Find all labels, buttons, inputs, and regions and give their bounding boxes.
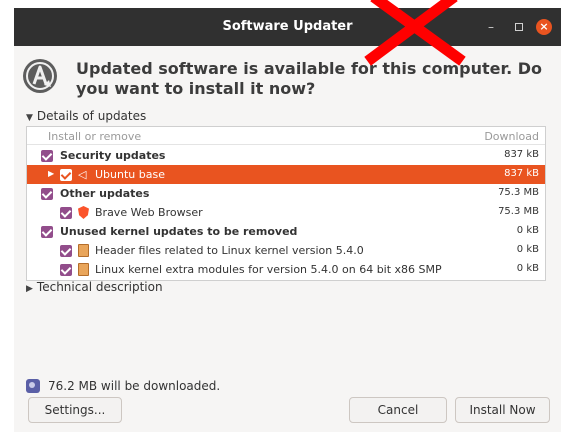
technical-description-label: Technical description — [36, 280, 163, 294]
software-updater-icon — [23, 59, 57, 93]
item-label: Linux kernel extra modules for version 5… — [95, 263, 442, 276]
title-bar[interactable]: Software Updater – × — [14, 8, 561, 46]
checkbox-brave-browser[interactable] — [60, 207, 72, 219]
download-summary: 76.2 MB will be downloaded. — [48, 379, 221, 393]
list-item-kernel-extra-modules[interactable]: Linux kernel extra modules for version 5… — [27, 260, 545, 279]
list-item-other-updates[interactable]: Other updates 75.3 MB — [27, 184, 545, 203]
list-header: Install or remove Download — [27, 127, 545, 145]
group-label: Other updates — [60, 187, 150, 200]
list-item-ubuntu-base[interactable]: ▶ ◁ Ubuntu base 837 kB — [27, 165, 545, 184]
maximize-button[interactable] — [511, 19, 527, 35]
software-updater-window: Software Updater – × Updated software is… — [14, 8, 561, 432]
speaker-icon: ◁ — [78, 168, 87, 181]
column-header-name[interactable]: Install or remove — [48, 130, 141, 143]
collapsed-arrow-icon: ▶ — [26, 284, 33, 294]
maximize-icon — [515, 23, 523, 31]
details-expander[interactable]: ▼ Details of updates — [26, 109, 146, 123]
update-prompt-heading: Updated software is available for this c… — [76, 59, 543, 98]
expand-arrow-icon[interactable]: ▶ — [48, 169, 54, 178]
list-item-unused-kernel[interactable]: Unused kernel updates to be removed 0 kB — [27, 222, 545, 241]
close-button[interactable]: × — [536, 19, 552, 35]
download-size: 0 kB — [516, 263, 539, 274]
checkbox-kernel-headers[interactable] — [60, 245, 72, 257]
brave-lion-icon — [78, 206, 89, 219]
group-label: Unused kernel updates to be removed — [60, 225, 298, 238]
list-item-brave-browser[interactable]: Brave Web Browser 75.3 MB — [27, 203, 545, 222]
updates-list[interactable]: Install or remove Download Security upda… — [26, 126, 546, 281]
checkbox-ubuntu-base[interactable] — [60, 169, 72, 181]
cancel-button[interactable]: Cancel — [349, 397, 447, 423]
checkbox-kernel-extra-modules[interactable] — [60, 264, 72, 276]
checkbox-other-updates[interactable] — [41, 188, 53, 200]
download-size: 0 kB — [516, 244, 539, 255]
item-label: Ubuntu base — [95, 168, 165, 181]
column-header-download[interactable]: Download — [484, 130, 539, 143]
checkbox-unused-kernel[interactable] — [41, 226, 53, 238]
item-label: Brave Web Browser — [95, 206, 203, 219]
download-size: 0 kB — [516, 225, 539, 236]
window-title: Software Updater — [222, 19, 353, 34]
download-size: 837 kB — [504, 168, 539, 179]
package-icon — [78, 244, 89, 257]
download-size: 837 kB — [504, 149, 539, 160]
download-size: 75.3 MB — [498, 187, 539, 198]
package-icon — [78, 263, 89, 276]
item-label: Header files related to Linux kernel ver… — [95, 244, 364, 257]
minimize-button[interactable]: – — [483, 19, 499, 35]
technical-description-expander[interactable]: ▶ Technical description — [26, 280, 163, 294]
settings-button[interactable]: Settings... — [28, 397, 122, 423]
list-item-kernel-headers[interactable]: Header files related to Linux kernel ver… — [27, 241, 545, 260]
details-expander-label: Details of updates — [36, 109, 147, 123]
download-size: 75.3 MB — [498, 206, 539, 217]
download-icon — [26, 379, 40, 393]
list-item-security-updates[interactable]: Security updates 837 kB — [27, 146, 545, 165]
install-now-button[interactable]: Install Now — [455, 397, 550, 423]
checkbox-security-updates[interactable] — [41, 150, 53, 162]
group-label: Security updates — [60, 149, 166, 162]
expanded-arrow-icon: ▼ — [26, 113, 33, 123]
